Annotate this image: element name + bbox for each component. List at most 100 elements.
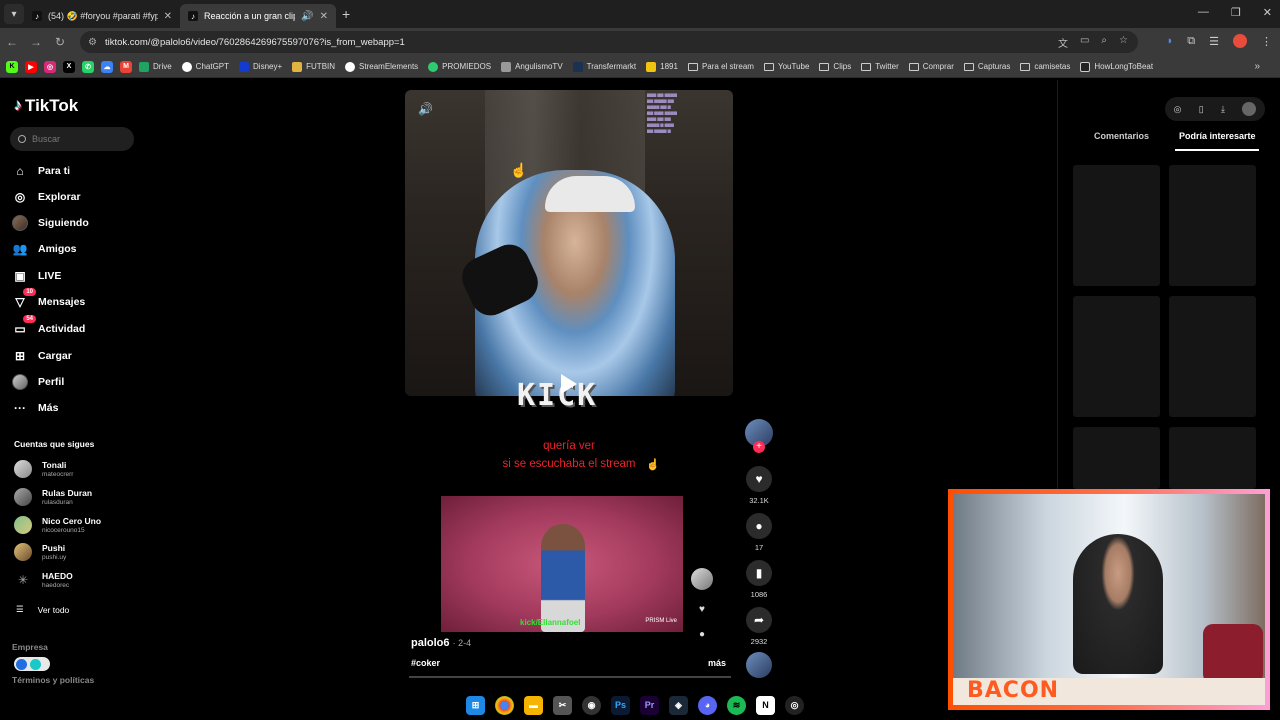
bookmark-folder-clips[interactable]: Clips — [819, 62, 851, 71]
steam-icon[interactable]: ◈ — [669, 695, 688, 715]
bookmark-drive[interactable]: Drive — [139, 61, 172, 72]
follow-plus-icon[interactable]: + — [753, 441, 765, 453]
gmail-bookmark-icon[interactable]: M — [120, 60, 132, 73]
comment-action[interactable]: ● 17 — [745, 513, 773, 552]
bookmark-disney[interactable]: Disney+ — [239, 61, 282, 72]
browser-tab-2[interactable]: ♪ Reacción a un gran clip en 🔊 ✕ — [180, 4, 336, 28]
nav-mensajes[interactable]: ▽ 10 Mensajes — [12, 288, 85, 310]
extension-icon[interactable]: ◗ — [1167, 35, 1174, 47]
footer-terminos-link[interactable]: Términos y políticas — [12, 675, 94, 685]
suggested-video-thumb[interactable] — [1169, 427, 1256, 489]
mini-creator-avatar[interactable] — [691, 568, 713, 590]
play-icon[interactable] — [561, 374, 577, 394]
nav-cargar[interactable]: ⊞ Cargar — [12, 348, 72, 364]
premiere-icon[interactable]: Pr — [640, 695, 659, 715]
menu-kebab-icon[interactable]: ⋮ — [1261, 35, 1272, 48]
user-avatar[interactable] — [1242, 102, 1257, 116]
account-item[interactable]: Rulas Duran rulasduran — [14, 488, 92, 506]
browser-tab-1[interactable]: ♪ (54) 🤣 #foryou #parati #fyp #C ✕ — [24, 4, 180, 28]
bookmark-folder-para-el-stream[interactable]: Para el stream — [687, 62, 754, 71]
bookmark-folder-camisetas[interactable]: camisetas — [1020, 62, 1070, 71]
suggested-video-thumb[interactable] — [1169, 165, 1256, 286]
mute-tab-icon[interactable]: 🔊 — [301, 11, 313, 22]
extensions-puzzle-icon[interactable]: ⧉ — [1187, 35, 1195, 48]
sound-avatar[interactable] — [745, 652, 773, 678]
obs-icon[interactable]: ◎ — [785, 695, 804, 715]
translate-icon[interactable]: 文 — [1058, 35, 1068, 50]
tiktok-logo[interactable]: ♪ TikTok — [14, 96, 78, 116]
video-player[interactable]: ▆▆▆ ▆▆ ▆▆▆▆ ▆▆ ▆▆▆▆ ▆▆ ▆▆▆▆ ▆▆ ▆ ▆▆ ▆▆▆ ▆▆▆… — [405, 90, 733, 396]
bookmark-folder-capturas[interactable]: Capturas — [963, 62, 1010, 71]
heart-icon[interactable]: ♥ — [746, 466, 772, 492]
account-item[interactable]: ✳ HAEDO haedorec — [14, 571, 73, 589]
device-icon[interactable]: ▯ — [1199, 104, 1204, 115]
footer-empresa-link[interactable]: Empresa — [12, 642, 48, 652]
bookmark-icon[interactable]: ▮ — [746, 560, 772, 586]
cloud-bookmark-icon[interactable]: ☁ — [101, 60, 113, 73]
nav-live[interactable]: ▣ LIVE — [12, 268, 61, 284]
share-action[interactable]: ➦ 2932 — [745, 607, 773, 646]
file-explorer-icon[interactable]: ▬ — [524, 695, 543, 715]
kick-bookmark-icon[interactable]: K — [6, 60, 18, 73]
bookmark-streamelements[interactable]: StreamElements — [345, 61, 418, 72]
bookmark-transfermarkt[interactable]: Transfermarkt — [572, 61, 636, 72]
back-icon[interactable]: ← — [0, 35, 24, 49]
video-author[interactable]: palolo6 · 2-4 — [411, 637, 471, 649]
instagram-bookmark-icon[interactable]: ◎ — [44, 60, 56, 73]
discord-icon[interactable]: ◕ — [698, 695, 717, 715]
minimize-icon[interactable]: — — [1198, 6, 1209, 19]
maximize-icon[interactable]: ❐ — [1231, 6, 1241, 19]
forward-icon[interactable]: → — [24, 35, 48, 49]
cast-icon[interactable]: ▭ — [1080, 35, 1089, 50]
account-item[interactable]: Pushi pushi.uy — [14, 543, 66, 561]
reading-list-icon[interactable]: ☰ — [1209, 35, 1219, 48]
account-item[interactable]: Tonali mateocrerr — [14, 460, 73, 478]
bookmark-1891[interactable]: 1891 — [646, 61, 678, 72]
new-tab-button[interactable]: + — [342, 6, 350, 22]
floating-extension-bubble[interactable] — [14, 657, 50, 671]
nav-mas[interactable]: ··· Más — [12, 400, 58, 416]
comment-icon[interactable]: ● — [746, 513, 772, 539]
site-info-icon[interactable]: ⚙ — [88, 37, 97, 48]
nav-amigos[interactable]: 👥 Amigos — [12, 241, 77, 257]
bookmark-howlongtobeat[interactable]: HowLongToBeat — [1080, 61, 1153, 72]
whatsapp-bookmark-icon[interactable]: ✆ — [82, 60, 94, 73]
bookmark-folder-twitter[interactable]: Twitter — [861, 62, 899, 71]
compass-small-icon[interactable]: ◎ — [1174, 104, 1182, 115]
bookmark-star-icon[interactable]: ☆ — [1119, 35, 1128, 50]
nav-perfil[interactable]: Perfil — [12, 374, 64, 390]
see-all-link[interactable]: ☰ Ver todo — [16, 604, 69, 615]
suggested-video-thumb[interactable] — [1073, 427, 1160, 489]
close-tab-icon[interactable]: ✕ — [164, 11, 172, 22]
bookmark-folder-comprar[interactable]: Comprar — [908, 62, 954, 71]
creator-avatar[interactable]: + — [745, 419, 773, 453]
volume-icon[interactable]: 🔊 — [418, 102, 433, 116]
recording-app-icon[interactable]: ◉ — [582, 695, 601, 715]
notion-icon[interactable]: N — [756, 695, 775, 715]
tab-search-icon[interactable]: ▾ — [4, 4, 24, 24]
tab-comentarios[interactable]: Comentarios — [1094, 131, 1149, 141]
bookmark-folder-youtube[interactable]: YouTube — [763, 62, 809, 71]
nav-siguiendo[interactable]: Siguiendo — [12, 215, 89, 231]
account-item[interactable]: Nico Cero Uno nicocerouno15 — [14, 516, 101, 534]
spotify-icon[interactable]: ≋ — [727, 695, 746, 715]
close-window-icon[interactable]: ✕ — [1263, 6, 1272, 19]
photoshop-icon[interactable]: Ps — [611, 695, 630, 715]
search-input[interactable]: Buscar — [10, 127, 134, 151]
music-disc-icon[interactable] — [746, 652, 772, 678]
share-icon[interactable]: ➦ — [746, 607, 772, 633]
bookmark-futbin[interactable]: FUTBIN — [292, 61, 335, 72]
nav-explorar[interactable]: ◎ Explorar — [12, 189, 81, 205]
tab-podria-interesarte[interactable]: Podría interesarte — [1179, 131, 1256, 141]
close-tab-icon[interactable]: ✕ — [320, 11, 328, 22]
youtube-bookmark-icon[interactable]: ▶ — [25, 60, 37, 73]
bookmark-promiedos[interactable]: PROMIEDOS — [428, 61, 491, 72]
profile-avatar[interactable] — [1233, 34, 1247, 48]
zoom-icon[interactable]: ⌕ — [1101, 35, 1107, 50]
more-bookmarks-icon[interactable]: » — [1254, 61, 1260, 72]
more-link[interactable]: más — [708, 658, 726, 668]
mini-like-icon[interactable]: ♥ — [699, 604, 705, 615]
suggested-video-thumb[interactable] — [1169, 296, 1256, 417]
save-action[interactable]: ▮ 1086 — [745, 560, 773, 599]
video-hashtag[interactable]: #coker — [411, 658, 440, 668]
